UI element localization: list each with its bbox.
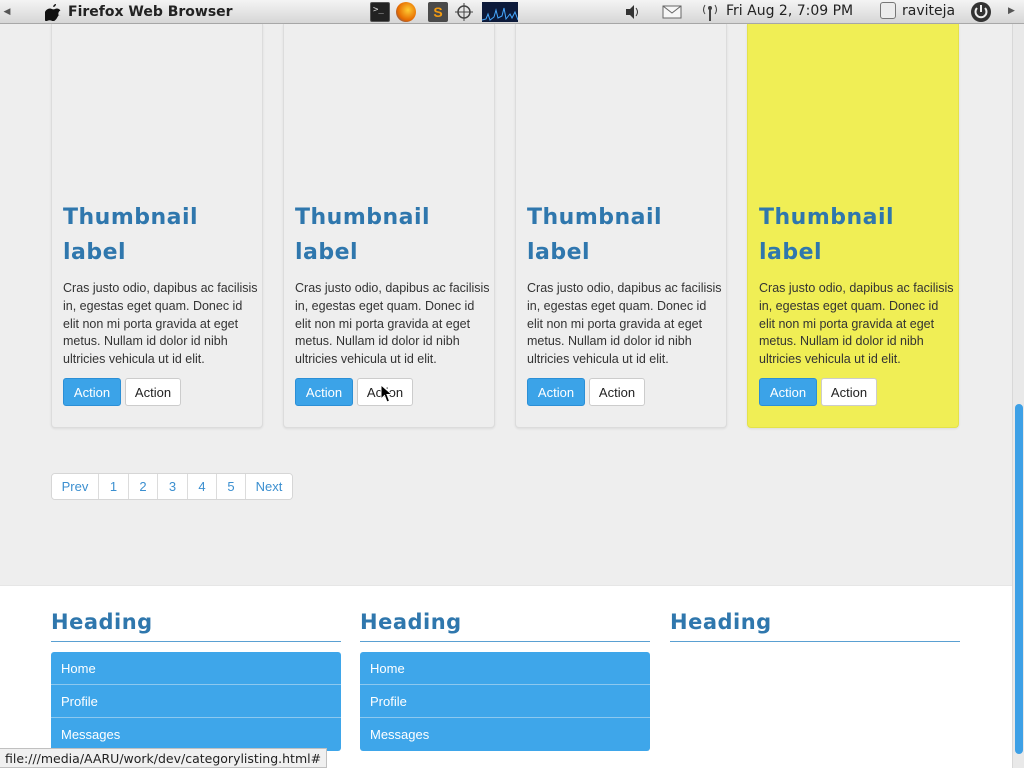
app-title[interactable]: Firefox Web Browser [68,4,233,20]
mouse-cursor-icon [380,384,394,403]
terminal-icon[interactable]: >_ [370,2,390,22]
pagination-page[interactable]: 3 [158,474,188,499]
clock[interactable]: Fri Aug 2, 7:09 PM [726,3,853,19]
volume-icon[interactable] [624,4,642,24]
footer-column: Heading [670,610,960,642]
scrollbar-thumb[interactable] [1015,404,1023,754]
user-menu[interactable]: raviteja [880,2,955,19]
thumbnail-title[interactable]: Thumbnail label [759,200,949,270]
nav-item-profile[interactable]: Profile [51,685,341,718]
footer: Heading Home Profile Messages Heading Ho… [0,585,1012,768]
thumbnail-description: Cras justo odio, dapibus ac facilisis in… [295,281,490,367]
thumbnail-description: Cras justo odio, dapibus ac facilisis in… [527,281,722,367]
footer-column: Heading Home Profile Messages [51,610,341,751]
footer-heading: Heading [670,610,960,642]
sublime-icon[interactable]: S [428,2,448,22]
firefox-icon[interactable] [396,2,416,22]
vertical-scrollbar[interactable] [1012,24,1024,768]
thumbnail-card: Thumbnail label Cras justo odio, dapibus… [51,24,263,428]
nav-item-home[interactable]: Home [360,652,650,685]
footer-nav-list: Home Profile Messages [51,652,341,751]
mail-icon[interactable] [662,5,682,23]
action-primary-button[interactable]: Action [759,378,817,406]
pagination-page[interactable]: 5 [217,474,246,499]
thumbnail-card-highlighted: Thumbnail label Cras justo odio, dapibus… [747,24,959,428]
pagination-page[interactable]: 2 [129,474,158,499]
footer-nav-list: Home Profile Messages [360,652,650,751]
action-primary-button[interactable]: Action [295,378,353,406]
app-tray: >_ S [370,2,519,22]
nav-item-home[interactable]: Home [51,652,341,685]
power-icon[interactable] [970,1,992,23]
footer-heading: Heading [360,610,650,642]
footer-column: Heading Home Profile Messages [360,610,650,751]
username: raviteja [902,2,956,19]
thumbnail-description: Cras justo odio, dapibus ac facilisis in… [759,281,954,367]
pagination-prev[interactable]: Prev [52,474,99,499]
nav-item-profile[interactable]: Profile [360,685,650,718]
action-primary-button[interactable]: Action [63,378,121,406]
pagination-page[interactable]: 4 [188,474,217,499]
user-checkbox-icon [880,2,896,19]
crosshair-icon[interactable] [454,2,474,22]
thumbnail-title[interactable]: Thumbnail label [63,200,253,270]
thumbnail-description: Cras justo odio, dapibus ac facilisis in… [63,281,258,367]
panel-right-arrow-icon[interactable]: ▶ [1008,5,1015,16]
pagination-next[interactable]: Next [246,474,292,499]
thumbnail-card: Thumbnail label Cras justo odio, dapibus… [283,24,495,428]
network-icon[interactable] [700,2,720,26]
pagination: Prev 1 2 3 4 5 Next [51,473,293,500]
thumbnail-card: Thumbnail label Cras justo odio, dapibus… [515,24,727,428]
footer-heading: Heading [51,610,341,642]
thumbnail-title[interactable]: Thumbnail label [295,200,485,270]
status-bar-url: file:///media/AARU/work/dev/categorylist… [0,748,328,768]
action-secondary-button[interactable]: Action [821,378,877,406]
panel-left-arrow-icon[interactable]: ◀ [0,6,14,17]
thumbnail-title[interactable]: Thumbnail label [527,200,717,270]
top-panel: ◀ Firefox Web Browser >_ S Fri Aug 2, 7:… [0,0,1024,24]
action-secondary-button[interactable]: Action [589,378,645,406]
pagination-page[interactable]: 1 [99,474,129,499]
action-secondary-button[interactable]: Action [125,378,181,406]
apple-menu-icon[interactable] [42,2,64,22]
system-monitor-icon[interactable] [481,2,519,22]
nav-item-messages[interactable]: Messages [360,718,650,751]
nav-item-messages[interactable]: Messages [51,718,341,751]
action-primary-button[interactable]: Action [527,378,585,406]
